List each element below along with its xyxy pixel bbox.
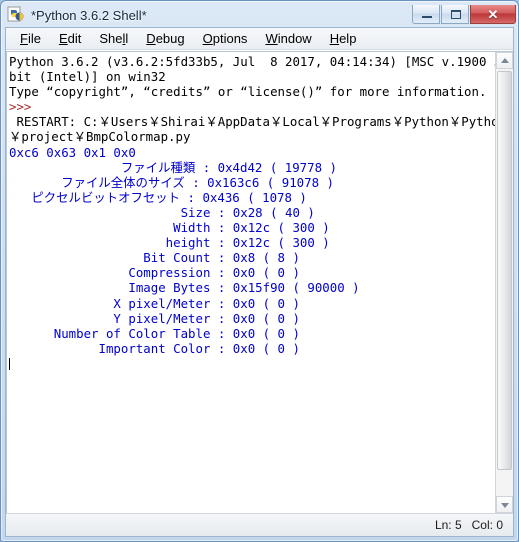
menu-item-help[interactable]: Help <box>321 29 366 48</box>
minimize-button[interactable] <box>412 4 440 24</box>
minimize-icon <box>422 15 432 18</box>
close-icon: ✕ <box>487 6 499 22</box>
scrollbar-track[interactable] <box>496 69 513 496</box>
maximize-button[interactable] <box>441 4 469 24</box>
text-caret <box>9 357 10 370</box>
status-column-indicator: Col: 0 <box>471 518 503 532</box>
idle-shell-window: *Python 3.6.2 Shell* ✕ File Edit Shell D… <box>0 0 519 542</box>
vertical-scrollbar[interactable] <box>495 51 513 513</box>
caption-button-group: ✕ <box>412 4 516 24</box>
menu-item-window[interactable]: Window <box>256 29 320 48</box>
scroll-up-icon <box>500 57 509 63</box>
menu-item-shell[interactable]: Shell <box>90 29 137 48</box>
shell-output-text: Python 3.6.2 (v3.6.2:5fd33b5, Jul 8 2017… <box>9 54 495 371</box>
menu-item-options[interactable]: Options <box>194 29 257 48</box>
menu-item-file[interactable]: File <box>11 29 50 48</box>
menu-item-debug[interactable]: Debug <box>137 29 193 48</box>
client-area: File Edit Shell Debug Options Window Hel… <box>5 27 514 537</box>
menu-bar: File Edit Shell Debug Options Window Hel… <box>6 28 513 50</box>
python-idle-icon <box>7 6 25 24</box>
maximize-icon <box>451 9 461 19</box>
title-bar[interactable]: *Python 3.6.2 Shell* ✕ <box>1 1 518 29</box>
scrollbar-thumb[interactable] <box>497 71 512 470</box>
close-button[interactable]: ✕ <box>470 4 516 24</box>
window-title: *Python 3.6.2 Shell* <box>31 7 147 23</box>
menu-item-edit[interactable]: Edit <box>50 29 90 48</box>
scroll-up-button[interactable] <box>496 52 513 69</box>
status-bar: Ln: 5 Col: 0 <box>6 513 513 536</box>
scroll-down-icon <box>500 502 509 508</box>
shell-body: Python 3.6.2 (v3.6.2:5fd33b5, Jul 8 2017… <box>6 50 513 513</box>
shell-text-area[interactable]: Python 3.6.2 (v3.6.2:5fd33b5, Jul 8 2017… <box>6 51 495 513</box>
status-line-indicator: Ln: 5 <box>434 518 462 532</box>
scroll-down-button[interactable] <box>496 496 513 513</box>
